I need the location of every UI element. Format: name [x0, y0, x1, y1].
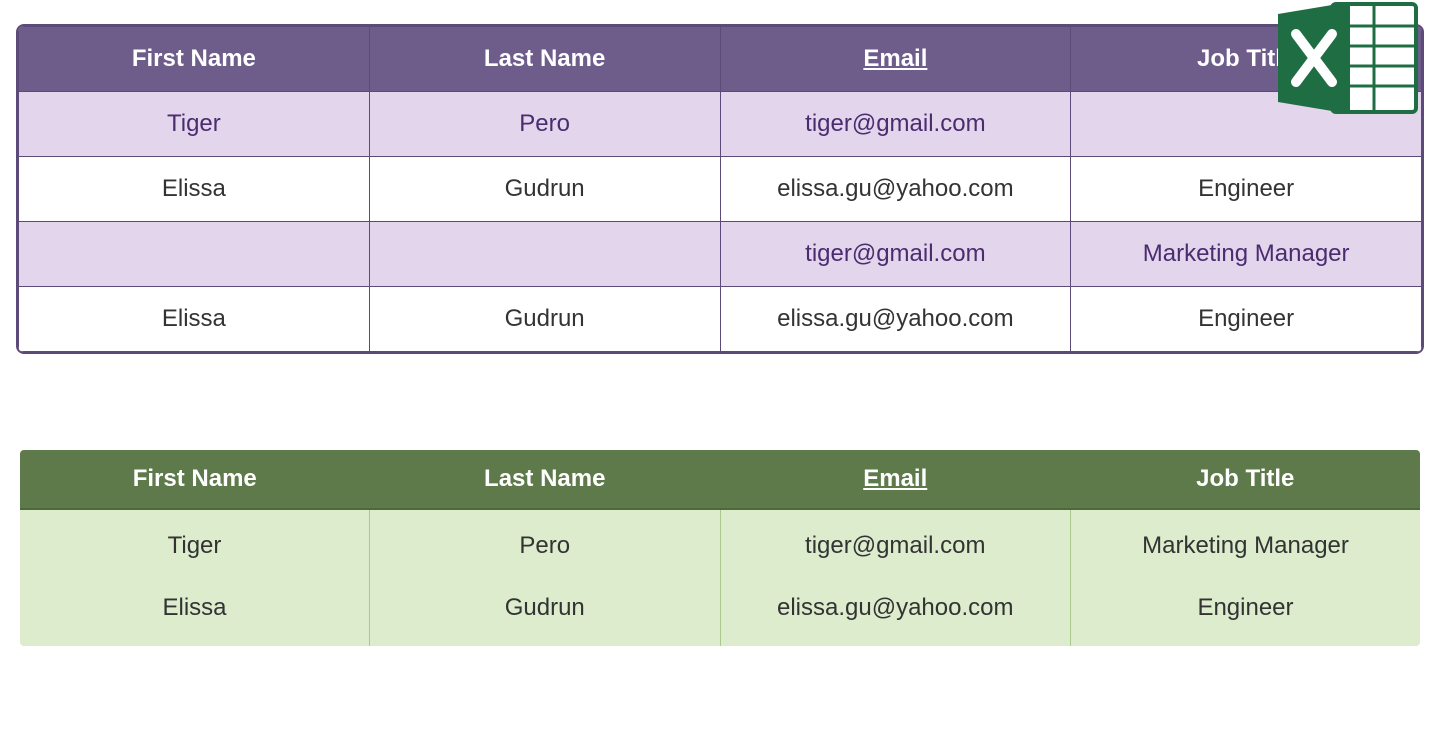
cell-job-title: Marketing Manager: [1071, 509, 1422, 577]
cell-email: elissa.gu@yahoo.com: [720, 577, 1071, 647]
table-row: Elissa Gudrun elissa.gu@yahoo.com Engine…: [19, 577, 1421, 647]
col-last-name: Last Name: [369, 27, 720, 92]
result-table: First Name Last Name Email Job Title Tig…: [18, 448, 1422, 648]
table-row: Elissa Gudrun elissa.gu@yahoo.com Engine…: [19, 287, 1422, 352]
cell-email: elissa.gu@yahoo.com: [720, 287, 1071, 352]
cell-last-name: Pero: [369, 92, 720, 157]
cell-first-name: Elissa: [19, 287, 370, 352]
col-job-title: Job Title: [1071, 449, 1422, 509]
table-header-row: First Name Last Name Email Job Title: [19, 449, 1421, 509]
table-row: Tiger Pero tiger@gmail.com Marketing Man…: [19, 509, 1421, 577]
cell-job-title: Engineer: [1071, 157, 1422, 222]
cell-first-name: Tiger: [19, 92, 370, 157]
cell-first-name: [19, 222, 370, 287]
cell-email: tiger@gmail.com: [720, 222, 1071, 287]
table-row: tiger@gmail.com Marketing Manager: [19, 222, 1422, 287]
col-first-name: First Name: [19, 27, 370, 92]
cell-last-name: Gudrun: [370, 577, 721, 647]
table-row: Elissa Gudrun elissa.gu@yahoo.com Engine…: [19, 157, 1422, 222]
cell-last-name: [369, 222, 720, 287]
cell-email: tiger@gmail.com: [720, 92, 1071, 157]
excel-icon: [1272, 0, 1422, 126]
col-last-name: Last Name: [370, 449, 721, 509]
cell-job-title: Engineer: [1071, 287, 1422, 352]
table-row: Tiger Pero tiger@gmail.com: [19, 92, 1422, 157]
cell-last-name: Pero: [370, 509, 721, 577]
cell-first-name: Elissa: [19, 577, 370, 647]
spacer: [18, 352, 1422, 448]
col-email: Email: [720, 449, 1071, 509]
cell-first-name: Tiger: [19, 509, 370, 577]
source-table: First Name Last Name Email Job Title Tig…: [18, 26, 1422, 352]
cell-email: tiger@gmail.com: [720, 509, 1071, 577]
cell-job-title: Marketing Manager: [1071, 222, 1422, 287]
cell-job-title: Engineer: [1071, 577, 1422, 647]
col-first-name: First Name: [19, 449, 370, 509]
table-header-row: First Name Last Name Email Job Title: [19, 27, 1422, 92]
cell-last-name: Gudrun: [369, 157, 720, 222]
cell-last-name: Gudrun: [369, 287, 720, 352]
col-email: Email: [720, 27, 1071, 92]
cell-email: elissa.gu@yahoo.com: [720, 157, 1071, 222]
cell-first-name: Elissa: [19, 157, 370, 222]
